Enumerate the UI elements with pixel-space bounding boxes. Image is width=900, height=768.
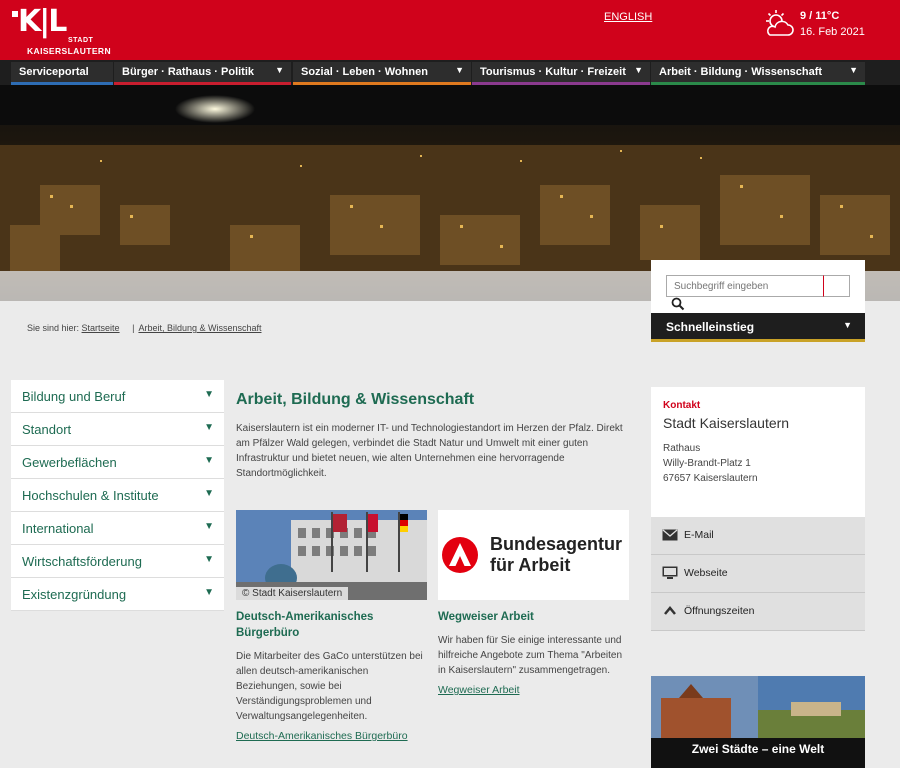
address-line: Rathaus [663, 443, 701, 454]
address-line: Willy-Brandt-Platz 1 [663, 458, 751, 469]
chevron-down-icon: ▼ [204, 521, 214, 532]
nav-label: Sozial · Leben · Wohnen [301, 66, 428, 78]
sidebar-item-label: International [22, 521, 94, 536]
chevron-down-icon: ▼ [204, 455, 214, 466]
contact-heading: Kontakt [663, 400, 701, 411]
chevron-down-icon: ▼ [634, 65, 643, 75]
nav-label: Bürger · Rathaus · Politik [122, 66, 255, 78]
image-copyright: © Stadt Kaiserslautern [236, 587, 349, 600]
nav-label: Arbeit · Bildung · Wissenschaft [659, 66, 823, 78]
nav-arbeit-bildung-wissenschaft[interactable]: Arbeit · Bildung · Wissenschaft ▼ [651, 62, 865, 85]
contact-email-button[interactable]: E-Mail [651, 517, 865, 555]
action-label: Webseite [684, 567, 728, 579]
quick-access-label: Schnelleinstieg [666, 320, 755, 334]
contact-opening-hours-toggle[interactable]: Öffnungszeiten [651, 593, 865, 631]
chevron-up-icon [664, 606, 676, 615]
weather-date: 16. Feb 2021 [800, 26, 865, 38]
search-input[interactable] [666, 275, 824, 297]
breadcrumb-current-link[interactable]: Arbeit, Bildung & Wissenschaft [138, 323, 261, 333]
sidebar-item-gewerbeflaechen[interactable]: Gewerbeflächen ▼ [11, 446, 224, 479]
chevron-down-icon: ▼ [204, 587, 214, 598]
main-navigation: Serviceportal Bürger · Rathaus · Politik… [0, 60, 900, 85]
chevron-down-icon: ▼ [843, 320, 852, 330]
logo-mark: K|L [18, 4, 67, 39]
sidebar-item-label: Gewerbeflächen [22, 455, 117, 470]
sidebar-item-label: Existenzgründung [22, 587, 127, 602]
buergerbuero-image[interactable]: © Stadt Kaiserslautern [236, 510, 427, 600]
sidebar-item-standort[interactable]: Standort ▼ [11, 413, 224, 446]
sidebar-item-label: Bildung und Beruf [22, 389, 126, 404]
contact-website-button[interactable]: Webseite [651, 555, 865, 593]
breadcrumb-separator: | [132, 323, 135, 333]
sidebar-item-wirtschaftsfoerderung[interactable]: Wirtschaftsförderung ▼ [11, 545, 224, 578]
wegweiser-arbeit-link[interactable]: Wegweiser Arbeit [438, 684, 629, 696]
chevron-down-icon: ▼ [204, 422, 214, 433]
sidebar-item-label: Hochschulen & Institute [22, 488, 159, 503]
nav-buerger-rathaus-politik[interactable]: Bürger · Rathaus · Politik ▼ [114, 62, 291, 85]
sidebar-item-international[interactable]: International ▼ [11, 512, 224, 545]
weather-temperature: 9 / 11°C [800, 10, 840, 22]
twin-cities-promo-banner[interactable]: Zwei Städte – eine Welt [651, 676, 865, 768]
sun-cloud-icon [766, 10, 794, 36]
bundesagentur-logo-text: Bundesagentur für Arbeit [490, 534, 622, 576]
nav-label: Tourismus · Kultur · Freizeit [480, 66, 626, 78]
page-title: Arbeit, Bildung & Wissenschaft [236, 391, 475, 408]
section-sidebar: Bildung und Beruf ▼ Standort ▼ Gewerbefl… [11, 380, 224, 611]
breadcrumb-home-link[interactable]: Startseite [82, 323, 120, 333]
search-button[interactable] [823, 275, 850, 297]
twin-cities-image [651, 676, 865, 738]
quick-access-dropdown[interactable]: Schnelleinstieg ▼ [651, 313, 865, 342]
search-panel: Schnelleinstieg ▼ [651, 260, 865, 342]
buergerbuero-link[interactable]: Deutsch-Amerikanisches Bürgerbüro [236, 730, 427, 742]
chevron-down-icon: ▼ [204, 554, 214, 565]
nav-label: Serviceportal [19, 66, 89, 78]
bundesagentur-logo[interactable]: Bundesagentur für Arbeit [438, 510, 629, 600]
sidebar-item-label: Standort [22, 422, 72, 437]
contact-name: Stadt Kaiserslautern [663, 415, 790, 431]
monitor-icon [662, 566, 678, 579]
logo-city-name: KAISERSLAUTERN [27, 46, 111, 56]
sidebar-item-hochschulen-institute[interactable]: Hochschulen & Institute ▼ [11, 479, 224, 512]
breadcrumb-prefix: Sie sind hier: [27, 323, 80, 333]
nav-tourismus-kultur-freizeit[interactable]: Tourismus · Kultur · Freizeit ▼ [472, 62, 650, 85]
site-header: K|L STADT KAISERSLAUTERN ENGLISH 9 / 11°… [0, 0, 900, 60]
logo-line-1: Bundesagentur [490, 534, 623, 554]
breadcrumb: Sie sind hier: Startseite | Arbeit, Bildu… [27, 323, 262, 333]
promo-title: Zwei Städte – eine Welt [651, 738, 865, 768]
chevron-down-icon: ▼ [455, 65, 464, 75]
bundesagentur-a-icon [442, 537, 478, 573]
english-language-link[interactable]: ENGLISH [604, 11, 652, 23]
contact-address: Rathaus Willy-Brandt-Platz 1 67657 Kaise… [663, 441, 865, 486]
card-text: Die Mitarbeiter des GaCo unterstützen be… [236, 651, 423, 722]
logo-stadt: STADT [68, 37, 94, 44]
logo-line-2: für Arbeit [490, 555, 571, 575]
city-logo[interactable]: K|L STADT KAISERSLAUTERN [12, 4, 112, 56]
card-title: Wegweiser Arbeit [438, 611, 534, 623]
envelope-icon [662, 529, 678, 541]
card-text: Wir haben für Sie einige interessante un… [438, 635, 623, 676]
sidebar-item-bildung-und-beruf[interactable]: Bildung und Beruf ▼ [11, 380, 224, 413]
chevron-down-icon: ▼ [204, 389, 214, 400]
address-line: 67657 Kaiserslautern [663, 473, 758, 484]
teaser-card-buergerbuero: © Stadt Kaiserslautern Deutsch-Amerikani… [236, 510, 427, 742]
action-label: E-Mail [684, 529, 714, 541]
sidebar-item-existenzgruendung[interactable]: Existenzgründung ▼ [11, 578, 224, 611]
contact-box: Kontakt Stadt Kaiserslautern Rathaus Wil… [651, 387, 865, 517]
nav-sozial-leben-wohnen[interactable]: Sozial · Leben · Wohnen ▼ [293, 62, 471, 85]
teaser-card-wegweiser-arbeit: Bundesagentur für Arbeit Wegweiser Arbei… [438, 510, 629, 696]
sidebar-item-label: Wirtschaftsförderung [22, 554, 142, 569]
nav-serviceportal[interactable]: Serviceportal [11, 62, 113, 85]
intro-text: Kaiserslautern ist ein moderner IT- und … [236, 423, 623, 479]
chevron-down-icon: ▼ [849, 65, 858, 75]
search-icon[interactable] [671, 297, 685, 311]
card-title: Deutsch-Amerikanisches Bürgerbüro [236, 611, 374, 639]
chevron-down-icon: ▼ [275, 65, 284, 75]
chevron-down-icon: ▼ [204, 488, 214, 499]
action-label: Öffnungszeiten [684, 605, 755, 617]
